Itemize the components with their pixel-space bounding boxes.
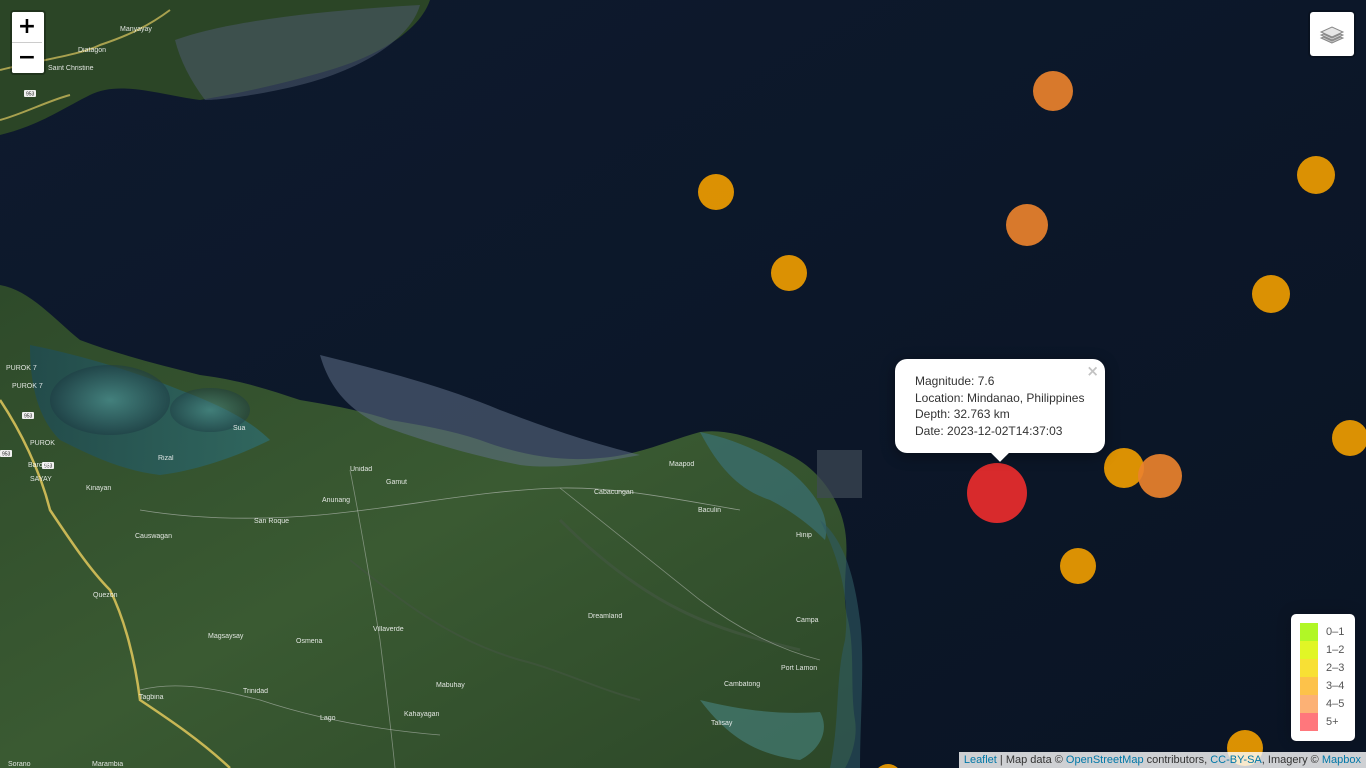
earthquake-marker[interactable] [771,255,807,291]
map-container[interactable]: 953 953 953 953 Manyayay Diatagon Saint … [0,0,1366,768]
legend-label: 0–1 [1326,626,1345,638]
earthquake-popup: × Magnitude: 7.6 Location: Mindanao, Phi… [895,359,1105,453]
earthquake-marker[interactable] [1332,420,1366,456]
legend-label: 4–5 [1326,698,1345,710]
earthquake-marker-selected[interactable] [967,463,1027,523]
zoom-in-button[interactable]: + [12,12,42,42]
zoom-out-button[interactable]: − [12,42,42,73]
legend-swatch [1300,713,1318,731]
earthquake-marker[interactable] [1033,71,1073,111]
earthquake-marker[interactable] [1104,448,1144,488]
legend-swatch [1300,623,1318,641]
popup-depth: Depth: 32.763 km [915,407,1010,421]
popup-date: Date: 2023-12-02T14:37:03 [915,423,1063,438]
magnitude-legend: 0–1 1–2 2–3 3–4 4–5 5+ [1291,614,1355,741]
popup-location: Location: Mindanao, Philippines [915,390,1085,405]
legend-label: 2–3 [1326,662,1345,674]
earthquake-marker[interactable] [1060,548,1096,584]
legend-item: 1–2 [1300,641,1346,659]
earthquake-marker[interactable] [698,174,734,210]
zoom-control: + − [10,10,46,75]
attribution-text-2: contributors, [1143,754,1211,766]
legend-label: 1–2 [1326,644,1345,656]
legend-item: 4–5 [1300,695,1346,713]
cc-by-sa-link[interactable]: CC-BY-SA [1210,754,1262,766]
popup-magnitude: Magnitude: 7.6 [915,374,995,388]
legend-swatch [1300,677,1318,695]
openstreetmap-link[interactable]: OpenStreetMap [1066,754,1144,766]
earthquake-markers-layer [698,71,1366,768]
leaflet-link[interactable]: Leaflet [964,754,997,766]
earthquake-marker[interactable] [874,764,902,768]
attribution-text-1: | Map data © [996,754,1066,766]
layers-control-button[interactable] [1308,10,1356,58]
legend-swatch [1300,659,1318,677]
legend-label: 5+ [1326,716,1339,728]
map-attribution: Leaflet | Map data © OpenStreetMap contr… [958,752,1366,768]
legend-swatch [1300,695,1318,713]
earthquake-marker[interactable] [1006,204,1048,246]
popup-close-button[interactable]: × [1086,363,1099,379]
legend-item: 0–1 [1300,623,1346,641]
attribution-text-3: , Imagery © [1261,754,1322,766]
layers-icon [1319,26,1345,44]
legend-label: 3–4 [1326,680,1345,692]
popup-tip [990,453,1010,463]
legend-item: 3–4 [1300,677,1346,695]
earthquake-marker[interactable] [1252,275,1290,313]
legend-swatch [1300,641,1318,659]
legend-item: 5+ [1300,713,1346,731]
mapbox-link[interactable]: Mapbox [1322,754,1361,766]
earthquake-marker[interactable] [1138,454,1182,498]
earthquake-marker[interactable] [1297,156,1335,194]
legend-item: 2–3 [1300,659,1346,677]
